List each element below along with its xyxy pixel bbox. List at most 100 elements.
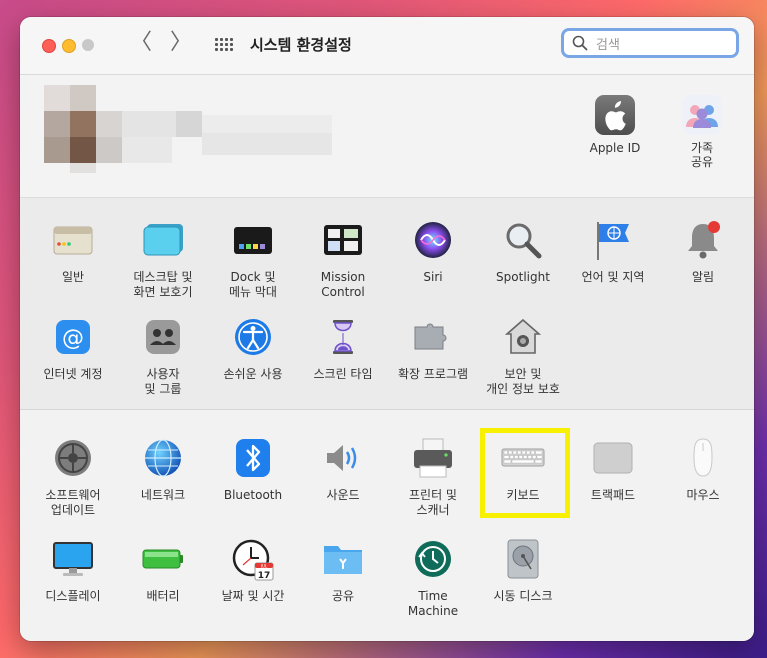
family-sharing-label: 가족 공유 [690,141,714,169]
sharing-icon [321,537,365,581]
pane-general-label: 일반 [61,270,85,284]
pane-accessibility-label: 손쉬운 사용 [223,367,283,381]
search-icon [572,35,588,51]
pane-users-groups-label: 사용자 및 그룹 [144,367,182,396]
pane-screen-time[interactable]: 스크린 타임 [298,315,388,382]
pane-sound-label: 사운드 [326,488,360,502]
search-field[interactable] [561,28,739,58]
pane-internet-accounts-label: 인터넷 계정 [43,367,103,381]
search-input[interactable] [594,34,736,56]
pane-desktop-screensaver[interactable]: 데스크탑 및 화면 보호기 [118,218,208,300]
forward-button[interactable]: 〉 [170,31,192,55]
pane-language-region[interactable]: 언어 및 지역 [568,218,658,285]
pane-extensions-label: 확장 프로그램 [397,367,469,381]
pane-mouse-label: 마우스 [686,488,720,502]
pixelated-profile-avatar[interactable] [44,85,336,185]
family-sharing-icon [682,95,722,135]
pane-language-region-label: 언어 및 지역 [581,270,645,284]
apple-id-pane[interactable]: Apple ID [580,95,650,155]
back-button[interactable]: 〈 [130,31,152,55]
pane-battery[interactable]: 배터리 [118,537,208,604]
pane-mission-control-label: Mission Control [320,270,366,299]
family-sharing-pane[interactable]: 가족 공유 [667,95,737,169]
security-privacy-icon [501,315,545,359]
zoom-button[interactable] [82,39,94,51]
siri-icon [411,218,455,262]
pane-notifications-label: 알림 [691,270,715,284]
pane-spotlight[interactable]: Spotlight [478,218,568,285]
pane-time-machine-label: Time Machine [407,589,459,618]
keyboard-highlight-box [480,428,570,518]
pane-security-privacy[interactable]: 보안 및 개인 정보 보호 [478,315,568,397]
pane-dock[interactable]: Dock 및 메뉴 막대 [208,218,298,300]
pane-time-machine[interactable]: Time Machine [388,537,478,619]
mission-control-icon [321,218,365,262]
pane-displays[interactable]: 디스플레이 [28,537,118,604]
apple-id-label: Apple ID [589,141,641,155]
spotlight-icon [501,218,545,262]
pane-network[interactable]: 네트워크 [118,436,208,503]
pane-notifications[interactable]: 알림 [658,218,748,285]
general-icon [51,218,95,262]
window-title: 시스템 환경설정 [250,36,352,54]
personal-preferences-section: 일반 데스크탑 및 화면 보호기 Dock 및 메뉴 막대 Mission Co… [20,198,754,410]
pane-users-groups[interactable]: 사용자 및 그룹 [118,315,208,397]
pane-trackpad[interactable]: 트랙패드 [568,436,658,503]
pane-internet-accounts[interactable]: @ 인터넷 계정 [28,315,118,382]
sound-icon [321,436,365,480]
pane-siri[interactable]: Siri [388,218,478,285]
pane-mission-control[interactable]: Mission Control [298,218,388,300]
pane-printers-scanners[interactable]: 프린터 및 스캐너 [388,436,478,518]
pane-software-update-label: 소프트웨어 업데이트 [45,488,101,517]
accessibility-icon [231,315,275,359]
bluetooth-icon [231,436,275,480]
apple-icon [595,95,635,135]
pane-spotlight-label: Spotlight [496,270,550,284]
screen-time-icon [321,315,365,359]
internet-accounts-icon: @ [51,315,95,359]
pane-startup-disk-label: 시동 디스크 [493,589,553,603]
calendar-month: JUL [260,563,268,568]
pane-sound[interactable]: 사운드 [298,436,388,503]
show-all-grid-icon[interactable] [215,38,233,52]
minimize-button[interactable] [62,39,76,53]
svg-text:@: @ [62,326,84,351]
pane-startup-disk[interactable]: 시동 디스크 [478,537,568,604]
pane-desktop-screensaver-label: 데스크탑 및 화면 보호기 [133,270,193,299]
trackpad-icon [591,436,635,480]
account-section: Apple ID 가족 공유 [20,75,754,198]
pane-trackpad-label: 트랙패드 [590,488,636,502]
displays-icon [51,537,95,581]
pane-battery-label: 배터리 [146,589,180,603]
dock-icon [231,218,275,262]
extensions-icon [411,315,455,359]
pane-sharing[interactable]: 공유 [298,537,388,604]
software-update-icon [51,436,95,480]
users-groups-icon [141,315,185,359]
pane-accessibility[interactable]: 손쉬운 사용 [208,315,298,382]
desktop-screensaver-icon [141,218,185,262]
pane-siri-label: Siri [423,270,443,284]
mouse-icon [681,436,725,480]
close-button[interactable] [42,39,56,53]
language-region-icon [591,218,635,262]
pane-mouse[interactable]: 마우스 [658,436,748,503]
pane-date-time[interactable]: JUL 17 날짜 및 시간 [208,537,298,604]
pane-security-privacy-label: 보안 및 개인 정보 보호 [486,367,560,396]
pane-network-label: 네트워크 [140,488,186,502]
notifications-icon [681,218,725,262]
calendar-day: 17 [258,571,271,581]
pane-displays-label: 디스플레이 [45,589,101,603]
pane-bluetooth-label: Bluetooth [223,488,283,502]
printer-scanner-icon [411,436,455,480]
hardware-preferences-section: 소프트웨어 업데이트 네트워크 Bluetooth 사운드 프린터 및 스캐너 … [20,410,754,641]
pane-extensions[interactable]: 확장 프로그램 [388,315,478,382]
battery-icon [141,537,185,581]
system-preferences-window: 〈 〉 시스템 환경설정 검색 Apple ID 가족 공유 일반 데스크탑 및… [20,17,754,641]
pane-general[interactable]: 일반 [28,218,118,285]
pane-sharing-label: 공유 [331,589,355,603]
pane-bluetooth[interactable]: Bluetooth [208,436,298,503]
pane-software-update[interactable]: 소프트웨어 업데이트 [28,436,118,518]
network-icon [141,436,185,480]
pane-dock-label: Dock 및 메뉴 막대 [229,270,277,299]
